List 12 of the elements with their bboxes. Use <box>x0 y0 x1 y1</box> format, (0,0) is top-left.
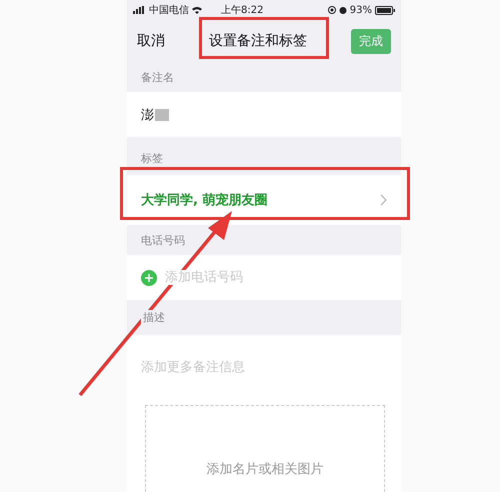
image-upload-area[interactable]: 添加名片或相关图片 <box>145 405 385 492</box>
tags-row[interactable]: 大学同学, 萌宠朋友圈 <box>127 175 401 225</box>
section-label: 标签 <box>141 151 163 166</box>
section-label: 描述 <box>141 310 167 325</box>
clock-time: 上午8:22 <box>221 4 264 17</box>
remark-name: 澎 <box>141 106 154 124</box>
page-title: 设置备注和标签 <box>208 32 308 50</box>
section-label: 电话号码 <box>141 232 185 248</box>
carrier-name: 中国电信 <box>149 4 189 17</box>
battery-percent: 93% <box>350 4 372 16</box>
section-label: 备注名 <box>141 70 174 84</box>
cancel-button[interactable]: 取消 <box>137 32 165 50</box>
